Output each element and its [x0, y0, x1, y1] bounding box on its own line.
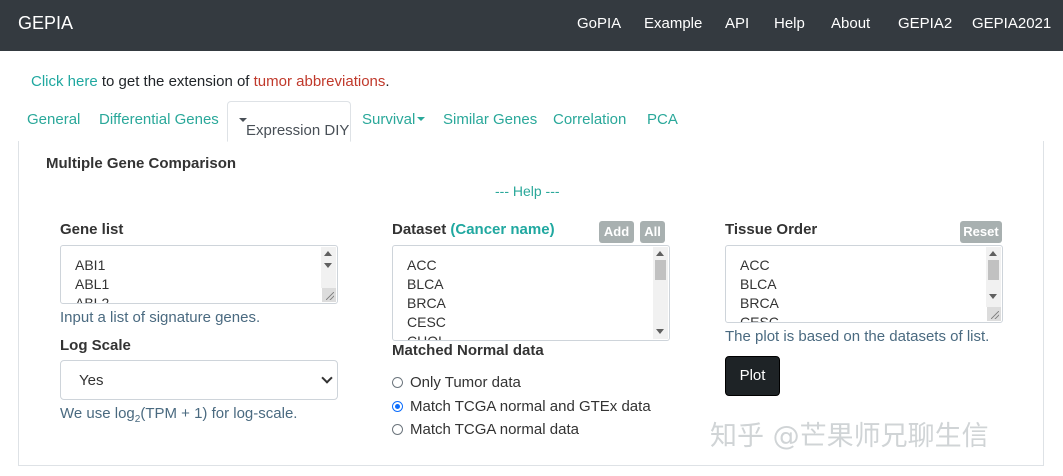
tab-general[interactable]: General: [27, 111, 80, 128]
help-link[interactable]: --- Help ---: [495, 183, 560, 199]
add-dataset-button[interactable]: Add: [599, 221, 634, 243]
radio-button[interactable]: [392, 377, 403, 388]
tab-survival-label: Survival: [362, 111, 416, 128]
dataset-label: Dataset (Cancer name): [392, 221, 555, 238]
nav-example[interactable]: Example: [644, 15, 702, 32]
gene-item: ABL2: [75, 295, 110, 304]
all-datasets-button[interactable]: All: [640, 221, 665, 243]
nav-about[interactable]: About: [831, 15, 870, 32]
radio-button-checked[interactable]: [392, 401, 403, 412]
info-end: .: [385, 73, 390, 90]
nav-api[interactable]: API: [725, 15, 749, 32]
tissue-item: CESC: [740, 314, 779, 323]
gene-list-textarea[interactable]: ABI1 ABL1 ABL2: [60, 245, 338, 304]
dataset-item[interactable]: CHOL: [407, 332, 446, 340]
tab-expression-diy-label: Expression DIY: [246, 122, 350, 139]
plot-button[interactable]: Plot: [725, 356, 780, 396]
radio-button[interactable]: [392, 424, 403, 435]
scroll-down-icon[interactable]: [324, 263, 332, 268]
tab-differential-genes[interactable]: Differential Genes: [99, 111, 219, 128]
top-navbar: GEPIA GoPIA Example API Help About GEPIA…: [0, 0, 1063, 51]
scroll-up-icon[interactable]: [656, 251, 664, 256]
info-text: to get the extension of: [97, 73, 254, 90]
log-scale-value: Yes: [79, 372, 104, 389]
tissue-order-scrollbar[interactable]: [986, 247, 1001, 307]
gene-list-label: Gene list: [60, 221, 124, 238]
scroll-down-icon[interactable]: [656, 329, 664, 334]
dataset-item[interactable]: ACC: [407, 256, 437, 275]
brand-logo[interactable]: GEPIA: [18, 13, 73, 34]
panel-title: Multiple Gene Comparison: [46, 155, 237, 172]
scroll-up-icon[interactable]: [989, 251, 997, 256]
tissue-order-hint: The plot is based on the datasets of lis…: [725, 328, 990, 345]
scroll-thumb[interactable]: [988, 260, 999, 280]
log-scale-select[interactable]: Yes: [60, 360, 338, 400]
dataset-item[interactable]: CESC: [407, 313, 446, 332]
tissue-item: ACC: [740, 257, 770, 273]
tab-expression-diy[interactable]: Expression DIY: [227, 101, 351, 142]
gene-list-hint: Input a list of signature genes.: [60, 309, 261, 326]
gene-item: ABL1: [75, 276, 110, 292]
cancer-name-label: (Cancer name): [450, 221, 555, 238]
scroll-thumb[interactable]: [655, 260, 666, 280]
tissue-order-label: Tissue Order: [725, 221, 818, 238]
resize-handle-icon[interactable]: [987, 307, 1001, 321]
click-here-link[interactable]: Click here: [31, 73, 98, 90]
tab-survival[interactable]: Survival: [362, 111, 426, 128]
tissue-item: BLCA: [740, 276, 777, 292]
caret-down-icon: [417, 117, 426, 121]
nav-gepia2[interactable]: GEPIA2: [898, 15, 952, 32]
analysis-tabs: General Differential Genes Expression DI…: [18, 101, 1044, 142]
reset-button[interactable]: Reset: [960, 221, 1002, 243]
nav-gopia[interactable]: GoPIA: [577, 15, 621, 32]
dataset-item[interactable]: BLCA: [407, 275, 444, 294]
dataset-item[interactable]: BRCA: [407, 294, 446, 313]
tab-similar-genes[interactable]: Similar Genes: [443, 111, 537, 128]
gene-list-scrollbar[interactable]: [321, 247, 336, 288]
tumor-abbreviations-link[interactable]: tumor abbreviations: [254, 73, 386, 90]
chevron-down-icon: [321, 372, 333, 384]
resize-handle-icon[interactable]: [322, 288, 336, 302]
nav-gepia2021[interactable]: GEPIA2021: [972, 15, 1051, 32]
abbreviation-info-line: Click here to get the extension of tumor…: [31, 73, 390, 90]
scroll-down-icon[interactable]: [989, 294, 997, 299]
tab-correlation[interactable]: Correlation: [553, 111, 626, 128]
tissue-item: BRCA: [740, 295, 779, 311]
log-scale-label: Log Scale: [60, 337, 131, 354]
gene-item: ABI1: [75, 257, 106, 273]
log-scale-hint: We use log2(TPM + 1) for log-scale.: [60, 405, 298, 425]
nav-help[interactable]: Help: [774, 15, 805, 32]
zhihu-watermark: 知乎 @芒果师兄聊生信: [710, 421, 989, 452]
tab-pca[interactable]: PCA: [647, 111, 678, 128]
tissue-order-textarea[interactable]: ACC BLCA BRCA CESC: [725, 245, 1003, 323]
dataset-scrollbar[interactable]: [653, 247, 668, 339]
matched-normal-label: Matched Normal data: [392, 342, 544, 359]
scroll-up-icon[interactable]: [324, 251, 332, 256]
dataset-listbox[interactable]: ACC BLCA BRCA CESC CHOL: [392, 245, 670, 341]
